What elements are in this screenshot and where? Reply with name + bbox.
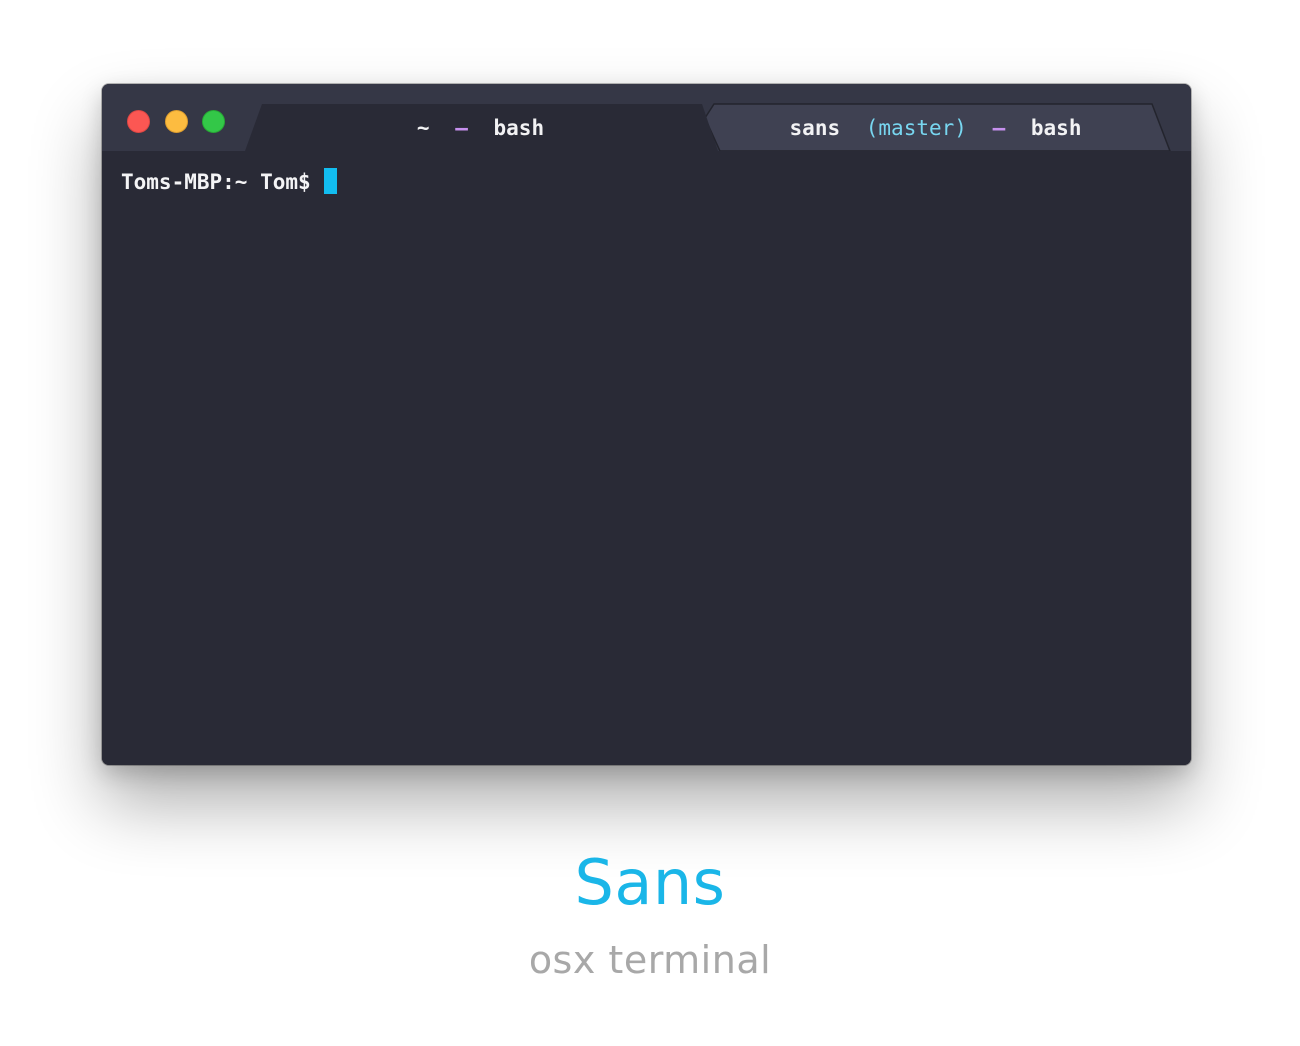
prompt-line: Toms-MBP:~ Tom$	[121, 167, 337, 197]
text-cursor	[323, 168, 337, 194]
tab-label-prefix: sans	[789, 116, 841, 140]
terminal-window: ~ – bash sans (master) – bash Toms-MBP:~…	[102, 84, 1191, 765]
tab-git-branch: (master)	[865, 116, 967, 140]
tab-label-prefix: ~	[416, 116, 430, 140]
maximize-window-button[interactable]	[202, 110, 225, 133]
terminal-content[interactable]: Toms-MBP:~ Tom$	[102, 151, 1191, 765]
theme-subtitle: osx terminal	[528, 938, 772, 982]
tab-label-suffix: bash	[1030, 116, 1082, 140]
tab-sans-master[interactable]: sans (master) – bash	[714, 114, 1157, 142]
title-bar: ~ – bash sans (master) – bash	[102, 84, 1191, 151]
tab-label-suffix: bash	[493, 116, 545, 140]
close-window-button[interactable]	[127, 110, 150, 133]
tab-separator: –	[455, 116, 468, 140]
tab-bash-home[interactable]: ~ – bash	[247, 114, 714, 142]
theme-title: Sans	[574, 846, 726, 919]
minimize-window-button[interactable]	[165, 110, 188, 133]
shell-prompt: Toms-MBP:~ Tom$	[121, 170, 311, 194]
tab-separator: –	[992, 116, 1006, 140]
